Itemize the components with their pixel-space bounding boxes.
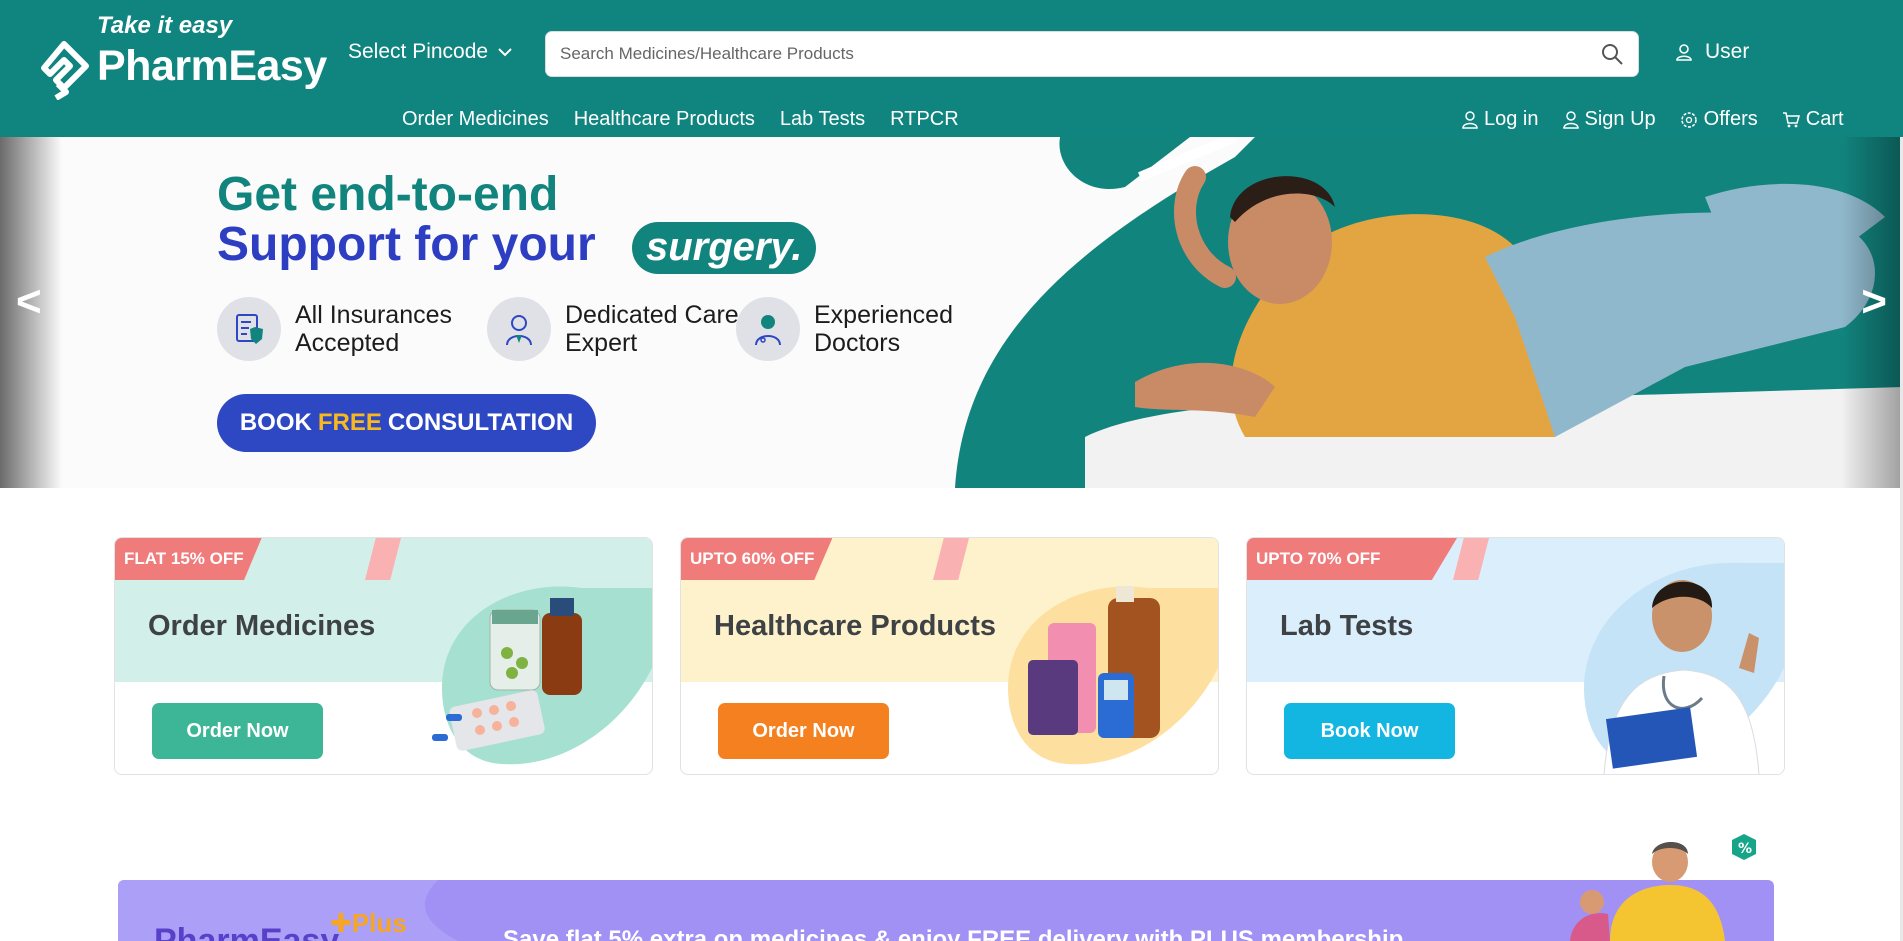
- offer-badge-icon: [1680, 111, 1697, 128]
- signup-link[interactable]: Sign Up: [1562, 108, 1656, 131]
- feature-insurance-text: All Insurances Accepted: [295, 301, 453, 357]
- discount-badge: FLAT 15% OFF: [115, 538, 262, 580]
- medicine-bottles-image: [432, 586, 652, 765]
- discount-badge: UPTO 70% OFF: [1247, 538, 1457, 580]
- pharmeasy-logo[interactable]: Take it easy PharmEasy: [36, 10, 327, 100]
- plus-family-image: %: [1570, 834, 1756, 941]
- card-order-medicines[interactable]: FLAT 15% OFF Order Medicines Order Now: [114, 537, 653, 775]
- card-title: Order Medicines: [148, 610, 376, 642]
- order-now-button[interactable]: Order Now: [152, 703, 323, 759]
- card-healthcare-products[interactable]: UPTO 60% OFF Healthcare Products Order N…: [680, 537, 1219, 775]
- offers-label: Offers: [1703, 108, 1758, 130]
- plus-cross-icon: ✚: [330, 908, 352, 938]
- book-now-button[interactable]: Book Now: [1284, 703, 1455, 759]
- top-header: Take it easy PharmEasy Select Pincode Us…: [0, 0, 1903, 137]
- user-icon: [1676, 44, 1692, 61]
- feature-care-expert: Dedicated Care Expert: [487, 297, 745, 361]
- user-icon: [1462, 110, 1478, 129]
- offers-link[interactable]: Offers: [1680, 108, 1758, 131]
- signup-label: Sign Up: [1584, 108, 1656, 130]
- hero-headline-line1: Get end-to-end: [217, 168, 559, 221]
- search-bar: [545, 31, 1639, 77]
- feature-insurance: All Insurances Accepted: [217, 297, 475, 361]
- login-link[interactable]: Log in: [1462, 108, 1539, 131]
- logo-brand: PharmEasy: [97, 42, 327, 90]
- cart-icon: [1782, 111, 1800, 127]
- order-now-button[interactable]: Order Now: [718, 703, 889, 759]
- cart-link[interactable]: Cart: [1782, 108, 1844, 131]
- nav-rtpcr[interactable]: RTPCR: [890, 108, 959, 131]
- doctor-icon: [736, 297, 800, 361]
- feature-care-expert-text: Dedicated Care Expert: [565, 301, 739, 357]
- user-menu[interactable]: User: [1675, 40, 1749, 64]
- book-free-consultation-button[interactable]: BOOK FREE CONSULTATION: [217, 394, 596, 452]
- plus-logo: PharmEasy: [154, 922, 340, 941]
- feature-doctors-text: Experienced Doctors: [814, 301, 953, 357]
- feature-doctors: Experienced Doctors: [736, 297, 994, 361]
- plus-membership-banner[interactable]: PharmEasy ✚Plus Save flat 5% extra on me…: [118, 880, 1774, 941]
- hero-model-image: [1085, 166, 1903, 488]
- carousel-next-button[interactable]: >: [1861, 277, 1887, 327]
- insurance-shield-icon: [217, 297, 281, 361]
- svg-text:%: %: [1738, 841, 1752, 857]
- cart-label: Cart: [1805, 108, 1844, 130]
- card-lab-tests[interactable]: UPTO 70% OFF Lab Tests Book Now: [1246, 537, 1785, 775]
- plus-tag: ✚Plus: [330, 908, 407, 939]
- nav-healthcare-products[interactable]: Healthcare Products: [574, 108, 755, 131]
- discount-badge: UPTO 60% OFF: [681, 538, 833, 580]
- user-icon: [1562, 110, 1579, 129]
- account-nav: Log in Sign Up Offers Cart: [1462, 108, 1844, 131]
- pincode-label: Select Pincode: [348, 40, 489, 63]
- cta-free: FREE: [317, 409, 382, 436]
- hero-highlight-pill: surgery.: [632, 222, 817, 274]
- healthcare-products-image: [1008, 586, 1218, 765]
- hero-banner[interactable]: Get end-to-end Support for your surgery.…: [0, 137, 1903, 488]
- cta-suffix: CONSULTATION: [387, 409, 574, 436]
- lab-doctor-image: [1584, 562, 1784, 774]
- hero-headline-line2: Support for your: [217, 218, 596, 271]
- nav-lab-tests[interactable]: Lab Tests: [780, 108, 865, 131]
- search-icon[interactable]: [1600, 42, 1624, 66]
- card-title: Healthcare Products: [714, 610, 997, 642]
- card-title: Lab Tests: [1280, 610, 1414, 642]
- plus-tag-text: Plus: [351, 908, 407, 938]
- nav-order-medicines[interactable]: Order Medicines: [402, 108, 549, 131]
- main-nav: Order Medicines Healthcare Products Lab …: [402, 108, 959, 131]
- logo-mark-icon: [41, 41, 89, 100]
- logo-tagline: Take it easy: [97, 12, 233, 39]
- chevron-down-icon: [498, 48, 512, 57]
- login-label: Log in: [1484, 108, 1539, 130]
- plus-message: Save flat 5% extra on medicines & enjoy …: [503, 926, 1404, 941]
- care-expert-icon: [487, 297, 551, 361]
- select-pincode-dropdown[interactable]: Select Pincode: [348, 40, 512, 64]
- search-input[interactable]: [560, 44, 1600, 64]
- cta-prefix: BOOK: [239, 409, 312, 436]
- user-label: User: [1705, 40, 1750, 63]
- carousel-prev-button[interactable]: <: [16, 277, 42, 327]
